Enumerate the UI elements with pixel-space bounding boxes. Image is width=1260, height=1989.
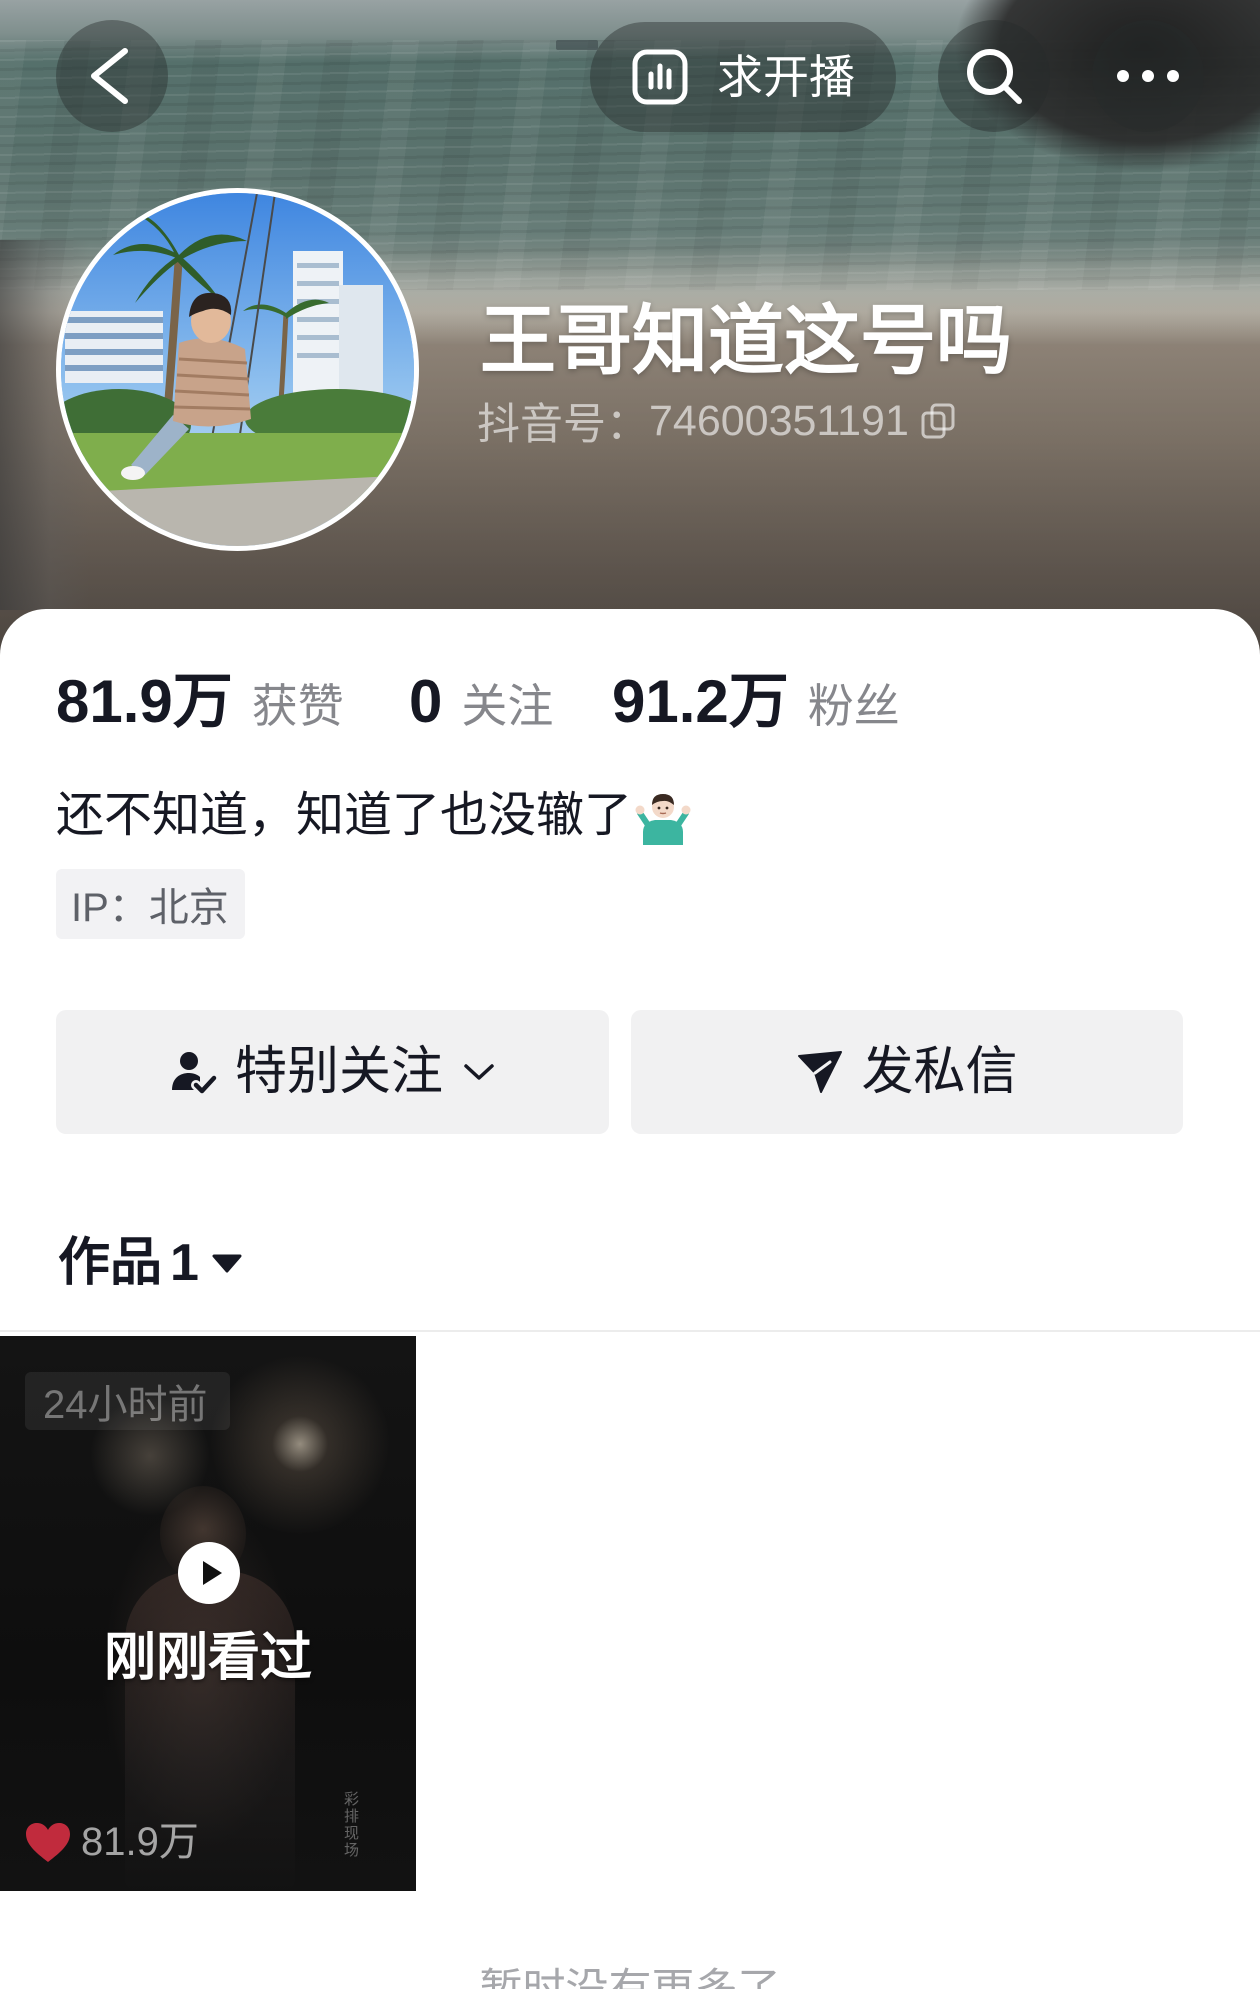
ip-location-tag: IP：北京 <box>56 869 245 939</box>
more-button[interactable] <box>1092 20 1204 132</box>
stat-following[interactable]: 0 关注 <box>409 666 553 738</box>
user-check-icon <box>171 1052 217 1096</box>
play-icon <box>178 1542 240 1604</box>
profile-name: 王哥知道这号吗 <box>480 299 1012 384</box>
tab-works-count: 1 <box>170 1234 199 1292</box>
back-button[interactable] <box>56 20 168 132</box>
stat-followers-label: 粉丝 <box>807 680 900 732</box>
video-thumbnail[interactable]: 24小时前 刚刚看过 81.9万 彩排现场 <box>0 1336 416 1891</box>
more-dots-icon <box>1117 70 1179 82</box>
douyin-id-value: 74600351191 <box>649 396 909 445</box>
bio: 还不知道，知道了也没辙了 <box>56 786 692 846</box>
douyin-id: 抖音号： 74600351191 <box>477 393 955 449</box>
ip-location-text: IP：北京 <box>71 886 229 930</box>
time-badge: 24小时前 <box>25 1372 230 1430</box>
stats-row: 81.9万 获赞 0 关注 91.2万 粉丝 <box>0 666 1260 738</box>
special-follow-button[interactable]: 特别关注 <box>56 1010 609 1134</box>
heart-icon <box>26 1823 70 1862</box>
no-more-content-text: 暂时没有更多了 <box>0 1962 1260 1989</box>
distant-boat <box>556 40 598 50</box>
send-icon <box>798 1051 843 1093</box>
stat-following-value: 0 <box>409 668 443 735</box>
search-icon <box>967 49 1022 104</box>
chevron-left-icon <box>91 48 128 104</box>
triangle-down-icon <box>212 1254 242 1273</box>
send-message-button[interactable]: 发私信 <box>631 1010 1183 1134</box>
stat-followers-value: 91.2万 <box>612 668 789 735</box>
recently-viewed-label: 刚刚看过 <box>103 1629 312 1687</box>
bio-text: 还不知道，知道了也没辙了 <box>56 789 633 842</box>
stat-following-label: 关注 <box>461 680 554 732</box>
video-watermark: 彩排现场 <box>342 1791 359 1859</box>
chevron-down-icon <box>464 1064 494 1080</box>
request-live-label: 求开播 <box>717 51 855 103</box>
video-like-count: 81.9万 <box>81 1820 199 1864</box>
copy-icon[interactable] <box>921 403 955 439</box>
stat-followers[interactable]: 91.2万 粉丝 <box>612 666 900 738</box>
avatar[interactable] <box>56 188 419 551</box>
avatar-photo <box>61 193 414 546</box>
time-badge-text: 24小时前 <box>43 1383 208 1427</box>
tab-divider <box>0 1330 1260 1332</box>
tab-works-label: 作品 <box>58 1234 163 1292</box>
profile-card: 81.9万 获赞 0 关注 91.2万 粉丝 还不知道，知道了也没辙了 IP：北… <box>0 609 1260 1989</box>
search-button[interactable] <box>938 20 1050 132</box>
bar-chart-icon <box>632 49 688 105</box>
send-message-label: 发私信 <box>861 1043 1018 1101</box>
stat-likes-label: 获赞 <box>251 680 344 732</box>
request-live-button[interactable]: 求开播 <box>590 22 896 132</box>
stat-likes-value: 81.9万 <box>56 668 233 735</box>
tab-works[interactable]: 作品 1 <box>58 1229 243 1297</box>
man-shrugging-emoji-icon <box>635 794 691 845</box>
special-follow-label: 特别关注 <box>234 1043 443 1101</box>
douyin-id-label: 抖音号： <box>477 401 649 449</box>
stat-likes[interactable]: 81.9万 获赞 <box>56 666 344 738</box>
